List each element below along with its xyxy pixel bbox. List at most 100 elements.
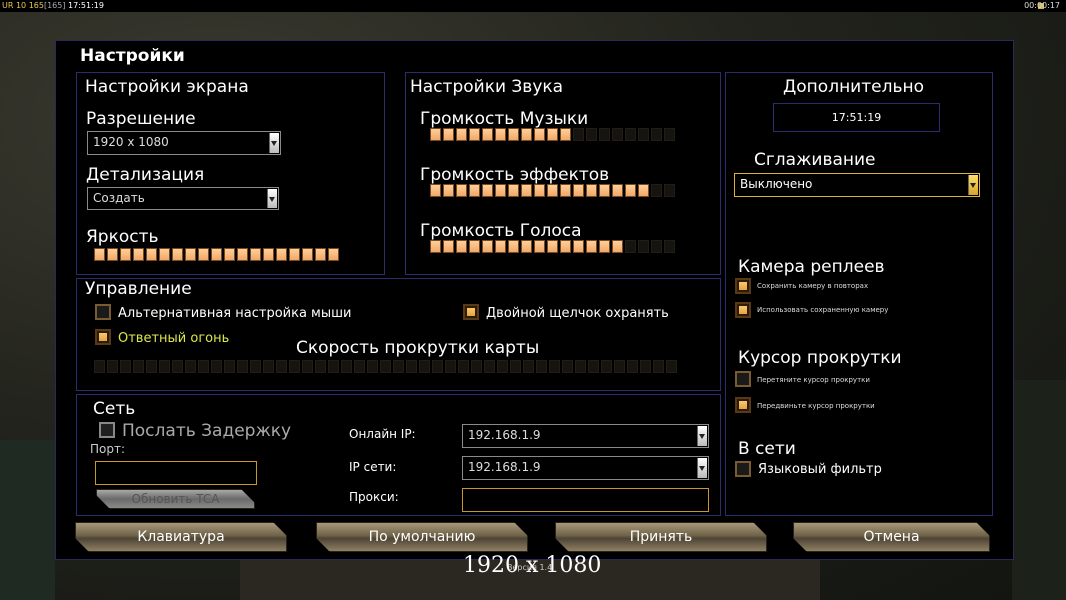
slider-segment[interactable] xyxy=(289,360,300,373)
slider-segment[interactable] xyxy=(586,128,597,141)
detail-dropdown[interactable]: Создать xyxy=(87,187,279,210)
slider-segment[interactable] xyxy=(458,360,469,373)
slider-segment[interactable] xyxy=(237,248,248,261)
slider-segment[interactable] xyxy=(456,240,467,253)
slider-segment[interactable] xyxy=(534,128,545,141)
slider-segment[interactable] xyxy=(224,248,235,261)
chevron-down-icon[interactable] xyxy=(697,426,707,446)
slider-segment[interactable] xyxy=(302,360,313,373)
slider-segment[interactable] xyxy=(640,360,651,373)
slider-segment[interactable] xyxy=(185,248,196,261)
slider-segment[interactable] xyxy=(521,240,532,253)
slider-segment[interactable] xyxy=(521,184,532,197)
slider-segment[interactable] xyxy=(547,240,558,253)
slider-segment[interactable] xyxy=(575,360,586,373)
online-ip-dropdown[interactable]: 192.168.1.9 xyxy=(462,424,709,448)
slider-segment[interactable] xyxy=(211,248,222,261)
double-click-guard-checkbox[interactable] xyxy=(463,304,479,320)
slider-segment[interactable] xyxy=(469,240,480,253)
slider-segment[interactable] xyxy=(651,128,662,141)
slider-segment[interactable] xyxy=(172,248,183,261)
slider-segment[interactable] xyxy=(547,184,558,197)
slider-segment[interactable] xyxy=(664,240,675,253)
slider-segment[interactable] xyxy=(560,128,571,141)
slider-segment[interactable] xyxy=(627,360,638,373)
slider-segment[interactable] xyxy=(302,248,313,261)
slider-segment[interactable] xyxy=(471,360,482,373)
slider-segment[interactable] xyxy=(625,240,636,253)
slider-segment[interactable] xyxy=(367,360,378,373)
slider-segment[interactable] xyxy=(588,360,599,373)
slider-segment[interactable] xyxy=(666,360,677,373)
slider-segment[interactable] xyxy=(638,184,649,197)
slider-segment[interactable] xyxy=(237,360,248,373)
move-cursor-checkbox[interactable] xyxy=(735,397,751,413)
slider-segment[interactable] xyxy=(573,128,584,141)
slider-segment[interactable] xyxy=(432,360,443,373)
slider-segment[interactable] xyxy=(614,360,625,373)
resolution-dropdown[interactable]: 1920 x 1080 xyxy=(87,131,281,155)
slider-segment[interactable] xyxy=(510,360,521,373)
slider-segment[interactable] xyxy=(341,360,352,373)
proxy-input[interactable] xyxy=(462,488,709,512)
slider-segment[interactable] xyxy=(445,360,456,373)
slider-segment[interactable] xyxy=(133,360,144,373)
slider-segment[interactable] xyxy=(146,248,157,261)
slider-segment[interactable] xyxy=(276,248,287,261)
slider-segment[interactable] xyxy=(664,128,675,141)
slider-segment[interactable] xyxy=(393,360,404,373)
slider-segment[interactable] xyxy=(601,360,612,373)
slider-segment[interactable] xyxy=(653,360,664,373)
chevron-down-icon[interactable] xyxy=(697,458,707,478)
slider-segment[interactable] xyxy=(456,184,467,197)
slider-segment[interactable] xyxy=(534,184,545,197)
slider-segment[interactable] xyxy=(508,240,519,253)
slider-segment[interactable] xyxy=(508,128,519,141)
slider-segment[interactable] xyxy=(354,360,365,373)
update-tca-button[interactable]: Обновить TCA xyxy=(96,489,255,509)
slider-segment[interactable] xyxy=(523,360,534,373)
slider-segment[interactable] xyxy=(107,360,118,373)
slider-segment[interactable] xyxy=(159,248,170,261)
slider-segment[interactable] xyxy=(263,360,274,373)
return-fire-checkbox[interactable] xyxy=(95,329,111,345)
slider-segment[interactable] xyxy=(198,360,209,373)
slider-segment[interactable] xyxy=(560,240,571,253)
slider-segment[interactable] xyxy=(599,128,610,141)
slider-segment[interactable] xyxy=(211,360,222,373)
slider-segment[interactable] xyxy=(159,360,170,373)
voice-volume-slider[interactable] xyxy=(430,240,675,253)
slider-segment[interactable] xyxy=(612,240,623,253)
slider-segment[interactable] xyxy=(406,360,417,373)
slider-segment[interactable] xyxy=(133,248,144,261)
slider-segment[interactable] xyxy=(469,184,480,197)
chevron-down-icon[interactable] xyxy=(968,175,978,195)
slider-segment[interactable] xyxy=(638,240,649,253)
slider-segment[interactable] xyxy=(172,360,183,373)
slider-segment[interactable] xyxy=(651,184,662,197)
slider-segment[interactable] xyxy=(482,128,493,141)
defaults-button[interactable]: По умолчанию xyxy=(316,522,528,552)
slider-segment[interactable] xyxy=(443,128,454,141)
slider-segment[interactable] xyxy=(456,128,467,141)
slider-segment[interactable] xyxy=(599,184,610,197)
send-delay-checkbox[interactable] xyxy=(99,422,115,438)
slider-segment[interactable] xyxy=(146,360,157,373)
slider-segment[interactable] xyxy=(508,184,519,197)
slider-segment[interactable] xyxy=(443,240,454,253)
slider-segment[interactable] xyxy=(469,128,480,141)
save-camera-checkbox[interactable] xyxy=(735,278,751,294)
port-input[interactable] xyxy=(95,461,257,485)
slider-segment[interactable] xyxy=(315,360,326,373)
slider-segment[interactable] xyxy=(328,248,339,261)
slider-segment[interactable] xyxy=(534,240,545,253)
slider-segment[interactable] xyxy=(430,128,441,141)
slider-segment[interactable] xyxy=(289,248,300,261)
slider-segment[interactable] xyxy=(536,360,547,373)
slider-segment[interactable] xyxy=(573,184,584,197)
chevron-down-icon[interactable] xyxy=(269,133,279,153)
slider-segment[interactable] xyxy=(380,360,391,373)
scroll-speed-slider[interactable] xyxy=(94,360,677,373)
slider-segment[interactable] xyxy=(484,360,495,373)
slider-segment[interactable] xyxy=(430,240,441,253)
